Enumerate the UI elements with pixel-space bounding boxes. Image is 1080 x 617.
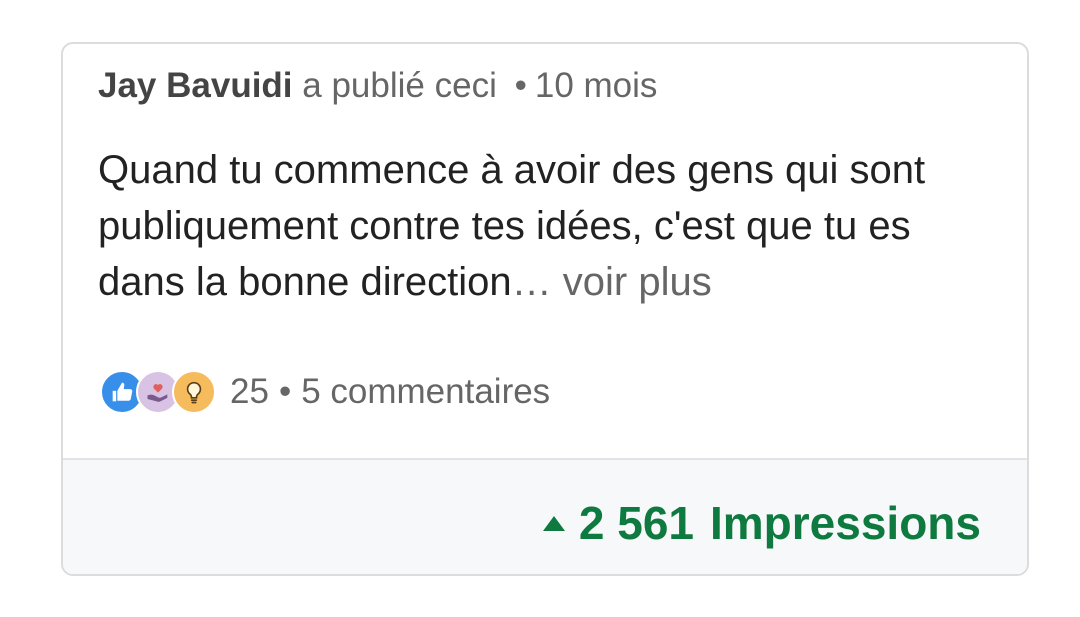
post-age: 10 mois — [534, 66, 658, 105]
comment-count[interactable]: 5 commentaires — [301, 372, 550, 412]
author-name[interactable]: Jay Bavuidi — [98, 66, 293, 105]
idea-icon — [172, 370, 216, 414]
reaction-count[interactable]: 25 — [230, 372, 269, 412]
reaction-icons — [100, 370, 216, 414]
impressions-stat[interactable]: 2 561 Impressions — [542, 496, 981, 550]
count-separator: • — [278, 372, 292, 411]
post-header: Jay Bavuidi a publié ceci • 10 mois — [98, 64, 657, 108]
post-action: a publié ceci — [302, 66, 497, 105]
post-analytics-card[interactable]: Jay Bavuidi a publié ceci • 10 mois Quand… — [61, 42, 1029, 576]
social-counts[interactable]: 25 • 5 commentaires — [100, 370, 550, 414]
impressions-footer[interactable]: 2 561 Impressions — [63, 458, 1027, 574]
ellipsis: … — [511, 260, 552, 304]
header-separator: • — [514, 66, 527, 105]
see-more-link[interactable]: voir plus — [563, 260, 712, 304]
triangle-up-icon — [542, 515, 565, 531]
impressions-label: Impressions — [710, 497, 981, 549]
post-body: Quand tu commence à avoir des gens qui s… — [98, 142, 998, 310]
impressions-value: 2 561 — [578, 497, 694, 549]
